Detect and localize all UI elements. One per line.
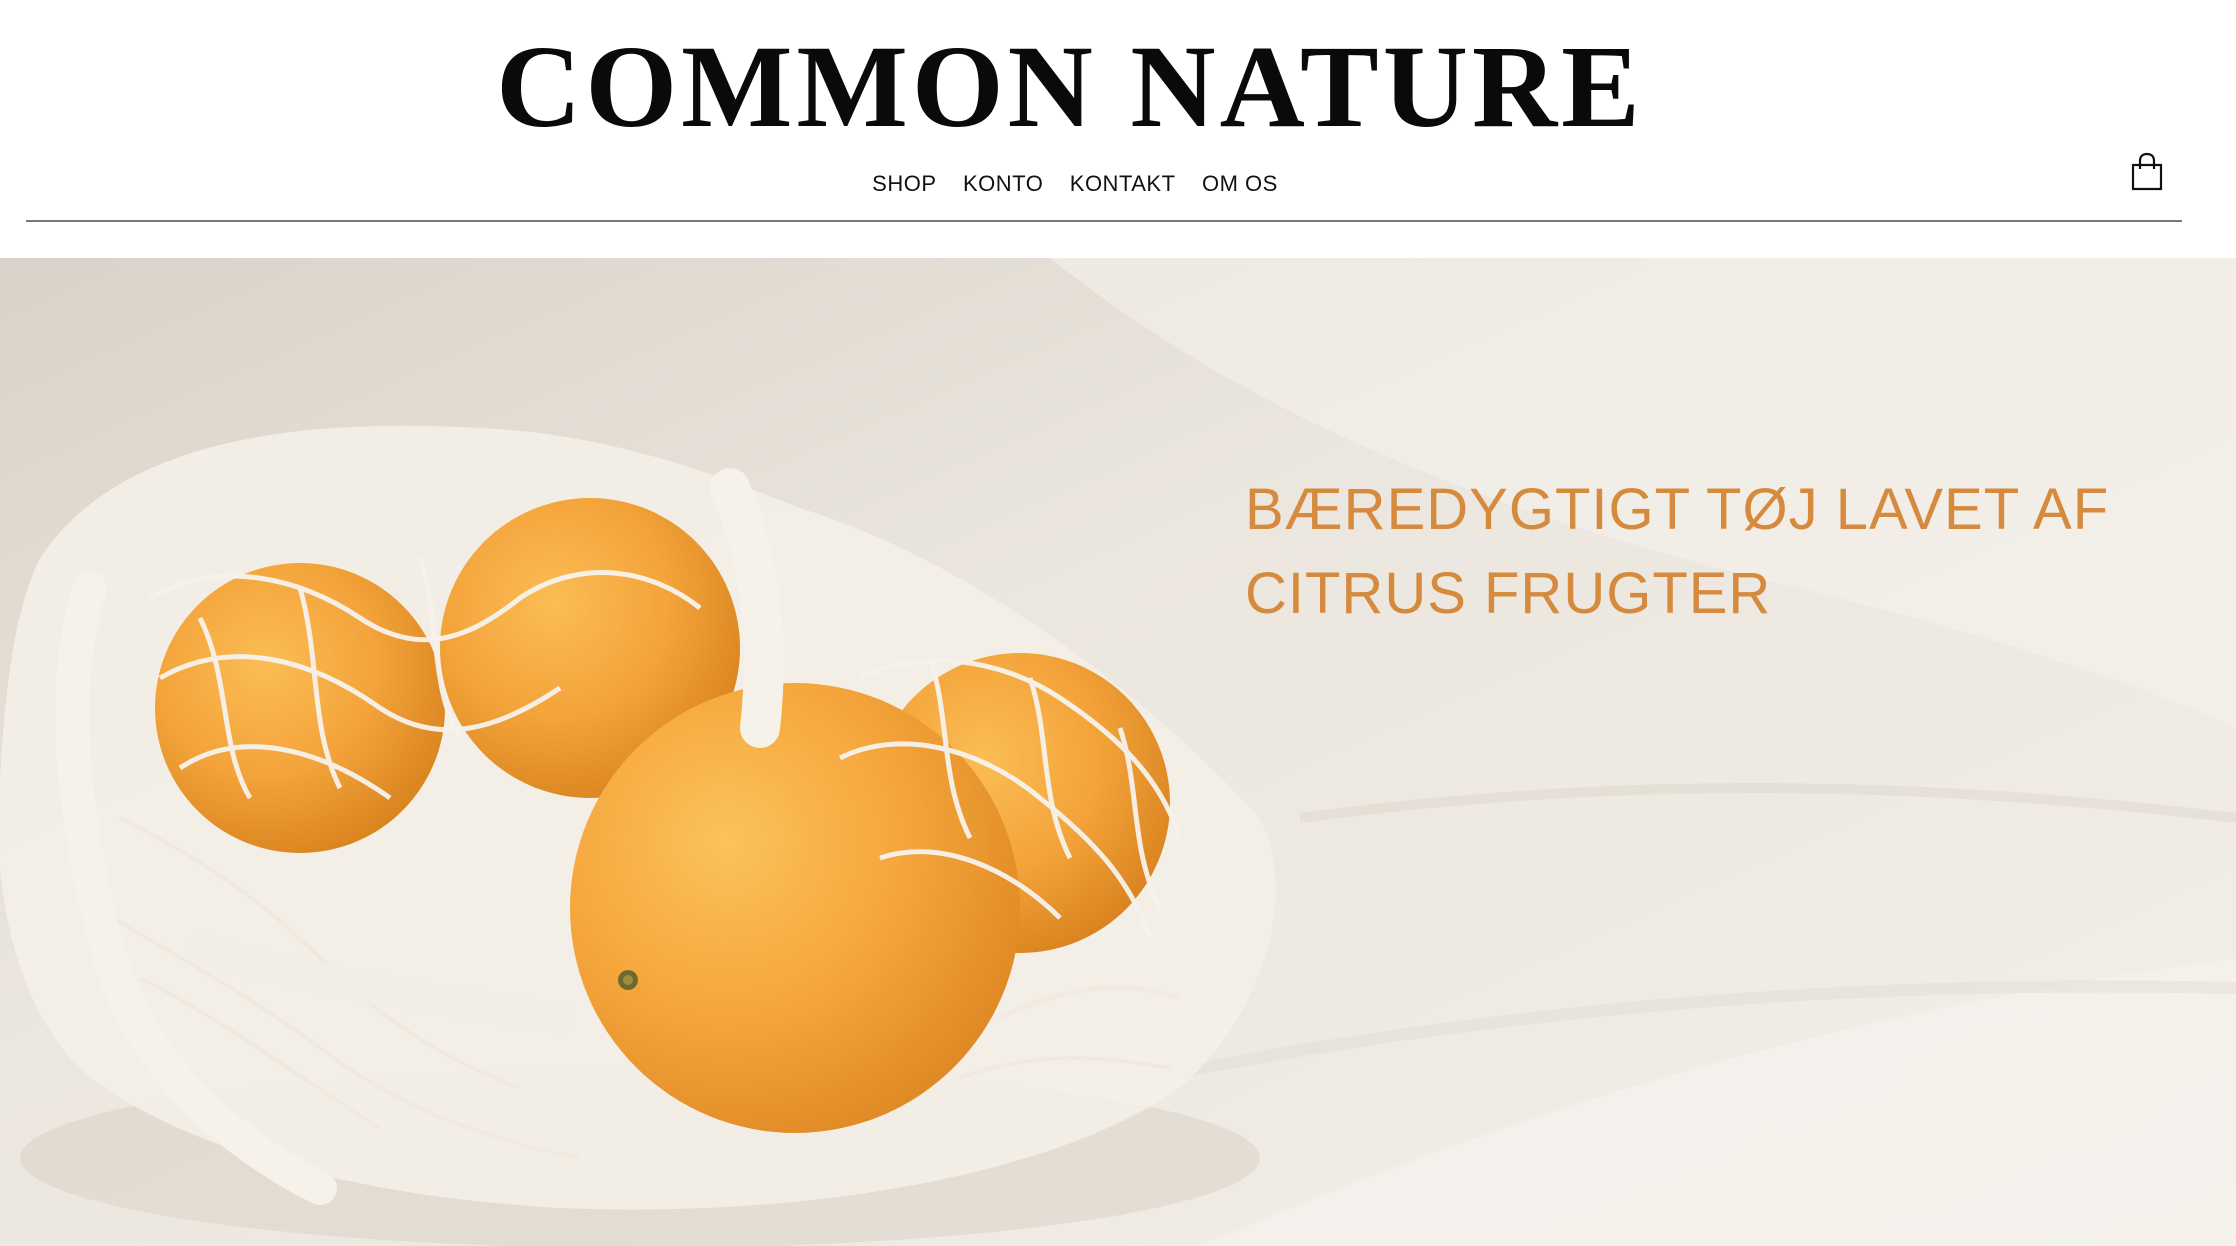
nav-item-shop[interactable]: SHOP bbox=[872, 168, 936, 200]
site-header: COMMON NATURE SHOP KONTO KONTAKT OM OS bbox=[0, 0, 2236, 258]
shopping-bag-icon bbox=[2131, 152, 2163, 191]
main-nav: SHOP KONTO KONTAKT OM OS bbox=[0, 168, 2150, 200]
hero-banner: BÆREDYGTIGT TØJ LAVET AF CITRUS FRUGTER bbox=[0, 258, 2236, 1246]
hero-headline-line-2: CITRUS FRUGTER bbox=[1245, 561, 1772, 626]
nav-item-om-os[interactable]: OM OS bbox=[1202, 168, 1278, 200]
oranges-in-mesh-bag-image bbox=[0, 258, 2236, 1246]
nav-item-konto[interactable]: KONTO bbox=[963, 168, 1043, 200]
hero-headline: BÆREDYGTIGT TØJ LAVET AF CITRUS FRUGTER bbox=[1245, 468, 2145, 636]
nav-item-kontakt[interactable]: KONTAKT bbox=[1070, 168, 1176, 200]
header-divider bbox=[26, 220, 2182, 222]
hero-headline-line-1: BÆREDYGTIGT TØJ LAVET AF bbox=[1245, 477, 2110, 542]
site-logo[interactable]: COMMON NATURE bbox=[0, 22, 2140, 152]
cart-button[interactable] bbox=[2130, 152, 2164, 192]
